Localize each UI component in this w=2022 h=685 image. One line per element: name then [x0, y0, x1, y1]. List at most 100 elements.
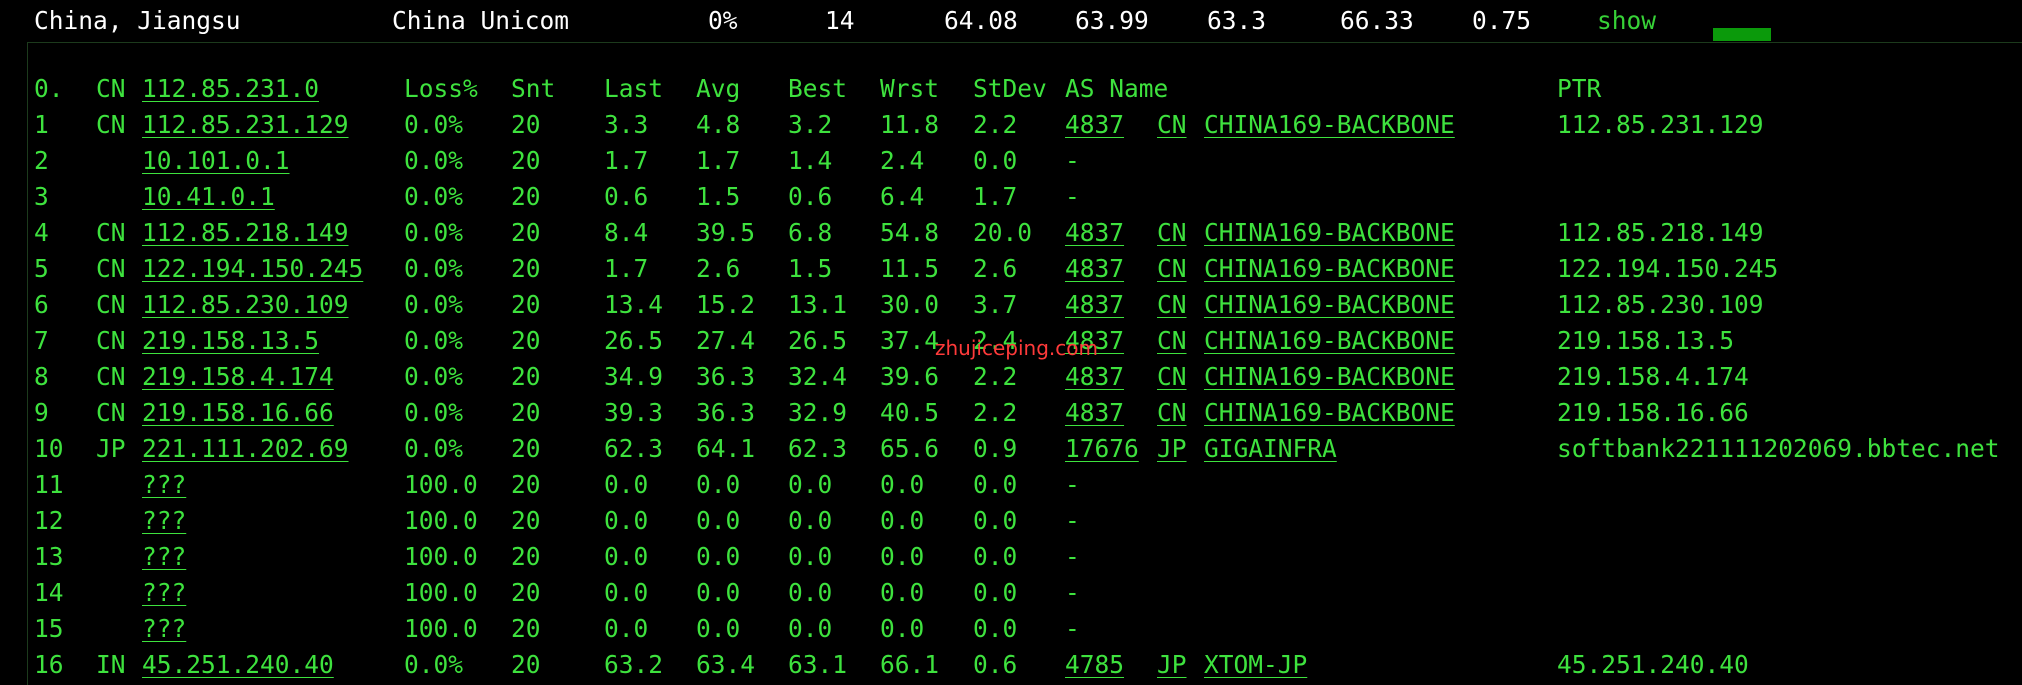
cell-last: 8.4 — [604, 218, 649, 247]
header-host-link[interactable]: 112.85.231.0 — [142, 71, 319, 107]
cell-host[interactable]: ??? — [142, 503, 186, 539]
cell-wrst: 6.4 — [880, 182, 925, 211]
header-snt: Snt — [511, 74, 556, 103]
cell-best: 1.5 — [788, 254, 833, 283]
cell-avg: 15.2 — [696, 290, 756, 319]
cell-wrst: 11.8 — [880, 110, 940, 139]
cell-as-name[interactable]: XTOM-JP — [1204, 647, 1307, 683]
cell-asn: - — [1065, 146, 1080, 175]
table-row: 15??? 100.0 20 0.0 0.0 0.0 0.0 0.0 - — [0, 611, 2022, 647]
cell-host[interactable]: ??? — [142, 575, 186, 611]
cell-as-name[interactable]: CHINA169-BACKBONE — [1204, 323, 1455, 359]
cell-asn[interactable]: 4785 — [1065, 647, 1124, 683]
cell-asn: - — [1065, 614, 1080, 643]
cell-avg: 36.3 — [696, 362, 756, 391]
cell-loss: 0.0% — [404, 326, 464, 355]
cell-as-name[interactable]: GIGAINFRA — [1204, 431, 1337, 467]
table-row: 6 CN 112.85.230.109 0.0% 20 13.4 15.2 13.1 30.0 3… — [0, 287, 2022, 323]
cell-asn[interactable]: 4837 — [1065, 395, 1124, 431]
cell-hop: 8 — [34, 362, 49, 391]
watermark: zhujiceping.com — [935, 336, 1098, 360]
header-stdev: StDev — [973, 74, 1047, 103]
summary-worst: 63.3 — [1207, 6, 1267, 35]
cell-ptr: 112.85.231.129 — [1557, 110, 1764, 139]
cell-snt: 20 — [511, 218, 541, 247]
cell-as-cc[interactable]: CN — [1157, 323, 1187, 359]
cell-loss: 0.0% — [404, 110, 464, 139]
cell-asn[interactable]: 4837 — [1065, 359, 1124, 395]
cell-as-name[interactable]: CHINA169-BACKBONE — [1204, 215, 1455, 251]
cell-asn[interactable]: 4837 — [1065, 107, 1124, 143]
cell-hop: 2 — [34, 146, 49, 175]
cell-host[interactable]: ??? — [142, 539, 186, 575]
cell-as-cc[interactable]: CN — [1157, 215, 1187, 251]
cell-as-cc[interactable]: CN — [1157, 107, 1187, 143]
cell-snt: 20 — [511, 254, 541, 283]
cell-host[interactable]: 10.41.0.1 — [142, 179, 275, 215]
table-row: 10 JP 221.111.202.69 0.0% 20 62.3 64.1 62.3 65.6… — [0, 431, 2022, 467]
cell-asn[interactable]: 4837 — [1065, 287, 1124, 323]
cell-host[interactable]: 122.194.150.245 — [142, 251, 363, 287]
cell-ptr: 45.251.240.40 — [1557, 650, 1749, 679]
cell-hop: 10 — [34, 434, 64, 463]
cell-host[interactable]: 112.85.231.129 — [142, 107, 349, 143]
cell-stdev: 1.7 — [973, 182, 1018, 211]
cell-loss: 0.0% — [404, 146, 464, 175]
cell-wrst: 65.6 — [880, 434, 940, 463]
cell-loss: 0.0% — [404, 290, 464, 319]
cell-wrst: 0.0 — [880, 542, 925, 571]
cell-asn[interactable]: 4837 — [1065, 251, 1124, 287]
header-last: Last — [604, 74, 664, 103]
cell-last: 0.0 — [604, 614, 649, 643]
cell-host[interactable]: 10.101.0.1 — [142, 143, 290, 179]
summary-row: China, Jiangsu China Unicom 0% 14 64.08 … — [0, 0, 2022, 41]
cell-as-cc[interactable]: CN — [1157, 251, 1187, 287]
cell-asn[interactable]: 4837 — [1065, 215, 1124, 251]
cell-hop: 3 — [34, 182, 49, 211]
table-row: 2 10.101.0.1 0.0% 20 1.7 1.7 1.4 2.4 0.0 - — [0, 143, 2022, 179]
cell-as-cc[interactable]: JP — [1157, 431, 1187, 467]
cell-snt: 20 — [511, 146, 541, 175]
table-row: 12??? 100.0 20 0.0 0.0 0.0 0.0 0.0 - — [0, 503, 2022, 539]
table-row: 14??? 100.0 20 0.0 0.0 0.0 0.0 0.0 - — [0, 575, 2022, 611]
cell-last: 34.9 — [604, 362, 664, 391]
cell-host[interactable]: 45.251.240.40 — [142, 647, 334, 683]
cell-wrst: 39.6 — [880, 362, 940, 391]
cell-avg: 64.1 — [696, 434, 756, 463]
cell-snt: 20 — [511, 650, 541, 679]
cell-host[interactable]: 219.158.13.5 — [142, 323, 319, 359]
cell-host[interactable]: 221.111.202.69 — [142, 431, 349, 467]
cell-stdev: 0.0 — [973, 470, 1018, 499]
cell-host[interactable]: 112.85.230.109 — [142, 287, 349, 323]
cell-as-name[interactable]: CHINA169-BACKBONE — [1204, 395, 1455, 431]
show-link[interactable]: show — [1597, 5, 1656, 37]
cell-as-cc[interactable]: CN — [1157, 287, 1187, 323]
cell-snt: 20 — [511, 398, 541, 427]
cell-host[interactable]: ??? — [142, 467, 186, 503]
table-row: 1 CN 112.85.231.129 0.0% 20 3.3 4.8 3.2 11.8 2.2 4… — [0, 107, 2022, 143]
cell-as-name[interactable]: CHINA169-BACKBONE — [1204, 251, 1455, 287]
cell-avg: 1.5 — [696, 182, 741, 211]
cell-as-name[interactable]: CHINA169-BACKBONE — [1204, 287, 1455, 323]
summary-avg: 64.08 — [944, 6, 1018, 35]
cell-as-cc[interactable]: CN — [1157, 359, 1187, 395]
cell-hop: 7 — [34, 326, 49, 355]
cell-host[interactable]: ??? — [142, 611, 186, 647]
header-wrst: Wrst — [880, 74, 940, 103]
cell-hop: 4 — [34, 218, 49, 247]
cell-as-cc[interactable]: JP — [1157, 647, 1187, 683]
summary-stdev: 0.75 — [1472, 6, 1532, 35]
cell-host[interactable]: 219.158.4.174 — [142, 359, 334, 395]
cell-as-name[interactable]: CHINA169-BACKBONE — [1204, 359, 1455, 395]
cell-asn[interactable]: 17676 — [1065, 431, 1139, 467]
cell-stdev: 0.6 — [973, 650, 1018, 679]
cell-host[interactable]: 112.85.218.149 — [142, 215, 349, 251]
cell-host[interactable]: 219.158.16.66 — [142, 395, 334, 431]
cell-last: 26.5 — [604, 326, 664, 355]
header-best: Best — [788, 74, 848, 103]
cell-as-name[interactable]: CHINA169-BACKBONE — [1204, 107, 1455, 143]
cell-best: 0.6 — [788, 182, 833, 211]
cell-as-cc[interactable]: CN — [1157, 395, 1187, 431]
cell-wrst: 0.0 — [880, 614, 925, 643]
cell-stdev: 0.0 — [973, 542, 1018, 571]
